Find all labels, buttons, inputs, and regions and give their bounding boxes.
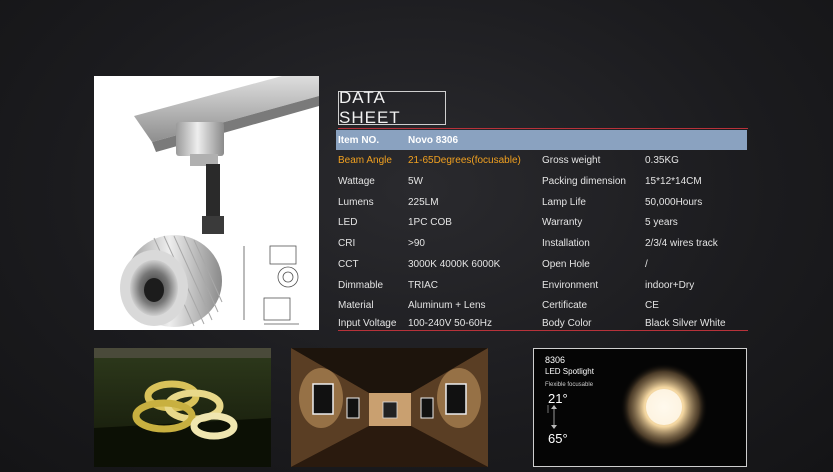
spec-value: 2/3/4 wires track	[645, 238, 718, 249]
spec-label: Environment	[542, 280, 599, 291]
spec-value: 15*12*14CM	[645, 176, 702, 187]
spec-row: CCT 3000K 4000K 6000K Open Hole /	[336, 259, 756, 275]
spec-value: 5 years	[645, 217, 678, 228]
spec-label: Open Hole	[542, 259, 590, 270]
spec-label: Wattage	[338, 176, 375, 187]
spec-value: Black Silver White	[645, 318, 726, 329]
application-photo-gallery	[291, 348, 488, 467]
jewelry-illustration	[94, 348, 271, 467]
spec-value: indoor+Dry	[645, 280, 695, 291]
product-photo	[94, 76, 319, 330]
spec-row: Lumens 225LM Lamp Life 50,000Hours	[336, 197, 756, 213]
spec-value: 1PC COB	[408, 217, 452, 228]
spec-row: Dimmable TRIAC Environment indoor+Dry	[336, 280, 756, 296]
spec-label: Lumens	[338, 197, 374, 208]
spec-label: Beam Angle	[338, 155, 392, 166]
spec-row: Beam Angle 21-65Degrees(focusable) Gross…	[336, 155, 756, 171]
spec-row: Material Aluminum + Lens Certificate CE	[336, 300, 756, 316]
spec-value: /	[645, 259, 648, 270]
spec-label: Installation	[542, 238, 590, 249]
spec-label: LED	[338, 217, 358, 228]
spec-label: Lamp Life	[542, 197, 586, 208]
spec-value: 0.35KG	[645, 155, 679, 166]
spec-value: TRIAC	[408, 280, 438, 291]
spec-value: 100-240V 50-60Hz	[408, 318, 492, 329]
spotlight-beam-card: 8306 LED Spotlight Flexible focusable 21…	[533, 348, 747, 467]
divider-bottom	[338, 330, 748, 331]
spec-label: Material	[338, 300, 374, 311]
spec-label: CCT	[338, 259, 359, 270]
spec-label: Warranty	[542, 217, 583, 228]
spec-label: Certificate	[542, 300, 588, 311]
spec-value: 5W	[408, 176, 423, 187]
spec-label: Dimmable	[338, 280, 384, 291]
track-light-illustration	[120, 76, 319, 327]
spec-label: Gross weight	[542, 155, 601, 166]
item-no-label: Item NO.	[338, 134, 380, 146]
gallery-illustration	[291, 348, 488, 467]
spec-value: 21-65Degrees(focusable)	[408, 155, 521, 166]
beam-graphic	[547, 363, 708, 451]
spec-value: 3000K 4000K 6000K	[408, 259, 501, 270]
spec-label: Input Voltage	[338, 318, 397, 329]
spec-row: CRI >90 Installation 2/3/4 wires track	[336, 238, 756, 254]
spec-value: 50,000Hours	[645, 197, 703, 208]
item-no-value: Novo 8306	[408, 134, 459, 146]
spec-value: 225LM	[408, 197, 439, 208]
spec-value: Aluminum + Lens	[408, 300, 486, 311]
spec-row: LED 1PC COB Warranty 5 years	[336, 217, 756, 233]
spec-value: CE	[645, 300, 659, 311]
spec-value: >90	[408, 238, 425, 249]
spec-row: Wattage 5W Packing dimension 15*12*14CM	[336, 176, 756, 192]
spec-label: CRI	[338, 238, 356, 249]
spec-header-row: Item NO. Novo 8306	[336, 130, 747, 150]
divider-top	[338, 128, 748, 129]
spec-row: Input Voltage 100-240V 50-60Hz Body Colo…	[336, 318, 756, 334]
application-photo-jewelry	[94, 348, 271, 467]
data-sheet-title: DATA SHEET	[338, 88, 446, 127]
spec-label: Packing dimension	[542, 176, 626, 187]
spec-label: Body Color	[542, 318, 592, 329]
